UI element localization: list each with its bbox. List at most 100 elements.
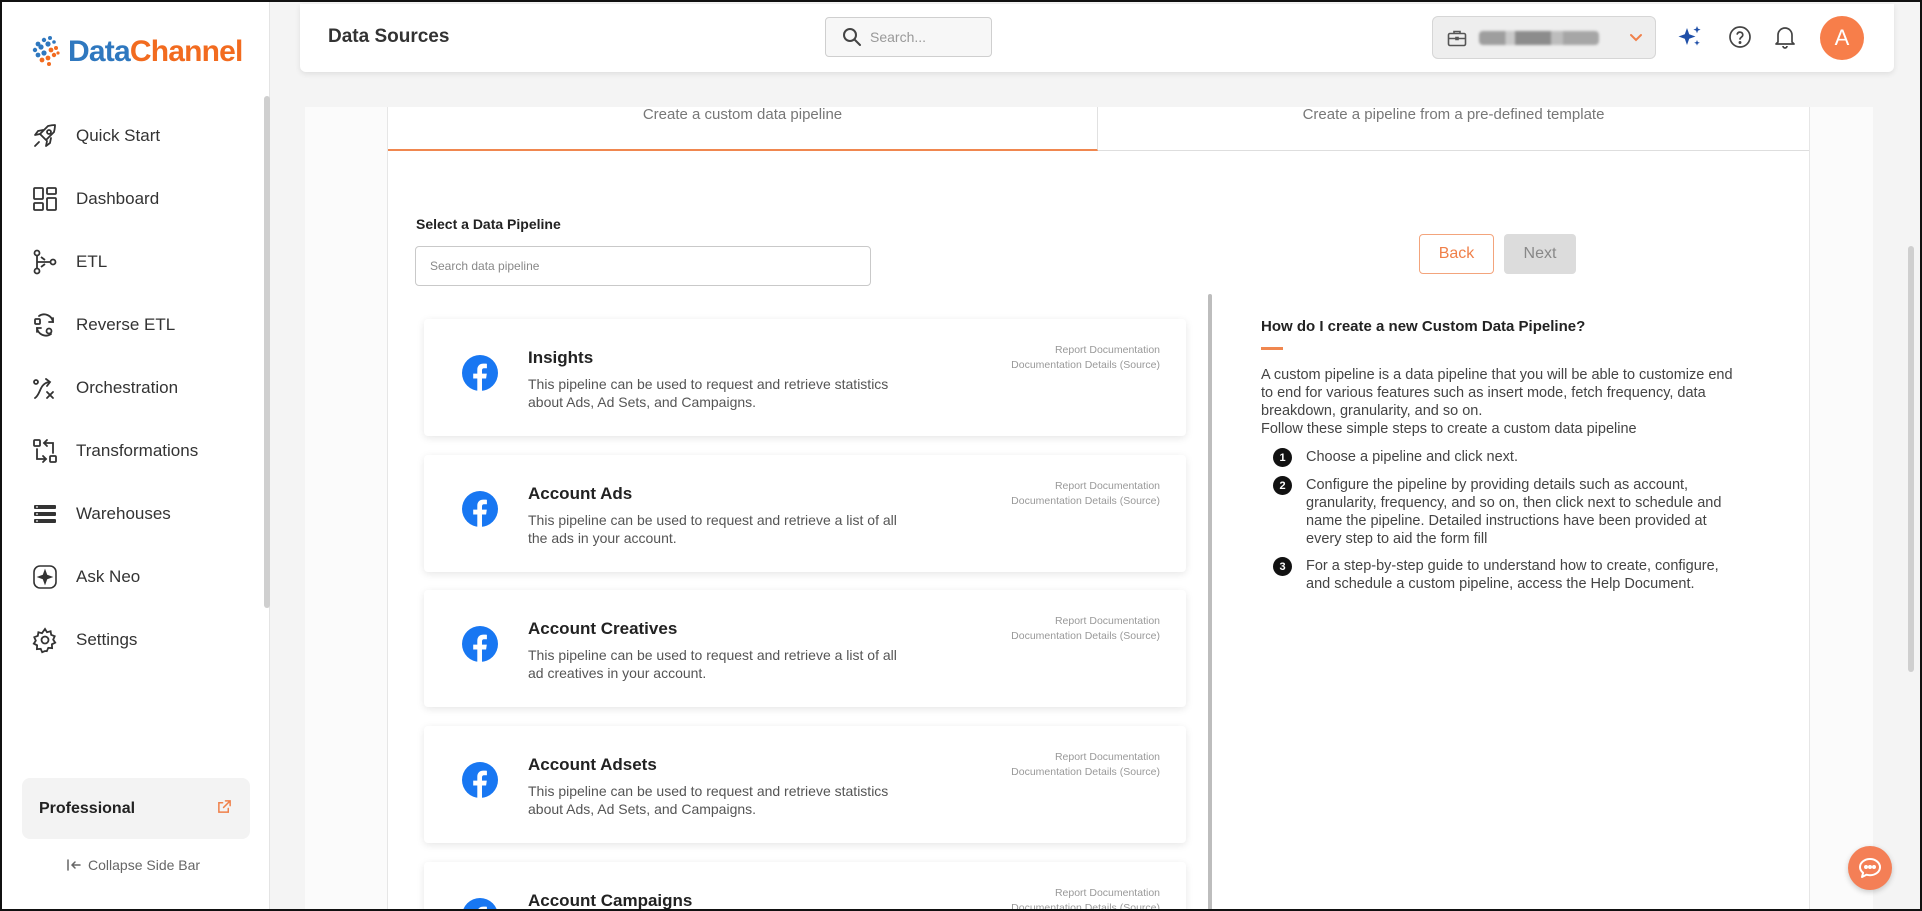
reverse-etl-icon [30, 310, 60, 340]
pipeline-description: This pipeline can be used to request and… [528, 783, 889, 817]
help-steps: 1 Choose a pipeline and click next. 2 Co… [1273, 448, 1741, 593]
page-title: Data Sources [328, 26, 450, 47]
avatar[interactable]: A [1820, 16, 1864, 60]
gear-icon [30, 625, 60, 655]
pipeline-card-insights[interactable]: Insights This pipeline can be used to re… [424, 319, 1186, 436]
main-scrollbar[interactable] [1908, 246, 1914, 672]
report-documentation-link[interactable]: Report Documentation [1011, 343, 1160, 358]
help-icon [1729, 26, 1751, 48]
report-documentation-link[interactable]: Report Documentation [1011, 614, 1160, 629]
collapse-sidebar-button[interactable]: Collapse Side Bar [66, 857, 200, 873]
sidebar-item-label: Settings [76, 629, 138, 649]
sidebar-item-etl[interactable]: ETL [0, 230, 262, 293]
pipeline-doc-links: Report Documentation Documentation Detai… [1011, 886, 1160, 911]
help-step: 3 For a step-by-step guide to understand… [1273, 557, 1741, 593]
documentation-details-link[interactable]: Documentation Details (Source) [1011, 494, 1160, 509]
pipeline-card-account-creatives[interactable]: Account Creatives This pipeline can be u… [424, 590, 1186, 707]
workspace-selector[interactable] [1432, 16, 1656, 59]
brand-name-channel: Channel [129, 35, 244, 68]
help-step: 2 Configure the pipeline by providing de… [1273, 476, 1741, 548]
help-intro-text: A custom pipeline is a data pipeline tha… [1261, 367, 1733, 419]
documentation-details-link[interactable]: Documentation Details (Source) [1011, 629, 1160, 644]
facebook-icon [462, 355, 498, 391]
chat-support-button[interactable] [1848, 846, 1892, 890]
sidebar-scrollbar[interactable] [264, 96, 270, 608]
collapse-arrow-icon [67, 859, 81, 871]
ai-sparkle-button[interactable] [1675, 22, 1705, 52]
global-search[interactable] [825, 17, 992, 57]
etl-icon [30, 247, 60, 277]
help-accent-bar [1261, 347, 1283, 350]
collapse-sidebar-label: Collapse Side Bar [88, 857, 201, 873]
sidebar-item-dashboard[interactable]: Dashboard [0, 167, 262, 230]
warehouses-icon [30, 499, 60, 529]
dashboard-icon [30, 184, 60, 214]
documentation-details-link[interactable]: Documentation Details (Source) [1011, 901, 1160, 911]
logo-icon [32, 36, 60, 66]
pipeline-tabs: Create a custom data pipeline Create a p… [388, 107, 1809, 151]
help-step: 1 Choose a pipeline and click next. [1273, 448, 1741, 467]
pipeline-doc-links: Report Documentation Documentation Detai… [1011, 343, 1160, 373]
sidebar-item-quick-start[interactable]: Quick Start [0, 104, 262, 167]
tab-template-pipeline[interactable]: Create a pipeline from a pre-defined tem… [1098, 107, 1809, 151]
external-link-icon[interactable] [217, 799, 232, 819]
step-number-badge: 3 [1273, 557, 1292, 576]
brand-name-data: Data [68, 35, 131, 68]
pipeline-card-account-campaigns[interactable]: Account Campaigns Report Documentation D… [424, 862, 1186, 911]
help-intro: A custom pipeline is a data pipeline tha… [1261, 366, 1741, 438]
notifications-button[interactable] [1770, 22, 1800, 52]
sidebar-item-label: Quick Start [76, 125, 161, 145]
rocket-icon [30, 121, 60, 151]
transformations-icon [30, 436, 60, 466]
create-pipeline-panel: Create a custom data pipeline Create a p… [387, 107, 1810, 911]
pipeline-description: This pipeline can be used to request and… [528, 512, 897, 546]
documentation-details-link[interactable]: Documentation Details (Source) [1011, 358, 1160, 373]
step-number-badge: 2 [1273, 476, 1292, 495]
global-search-input[interactable] [870, 29, 980, 45]
top-header: Data Sources A [300, 4, 1894, 72]
pipeline-card-account-adsets[interactable]: Account Adsets This pipeline can be used… [424, 726, 1186, 843]
plan-card[interactable]: Professional [22, 778, 250, 839]
help-question: How do I create a new Custom Data Pipeli… [1261, 318, 1586, 335]
back-button[interactable]: Back [1419, 234, 1494, 274]
sidebar: DataChannel Quick Start Dashboard ETL Re… [0, 0, 270, 911]
chat-icon [1859, 858, 1881, 878]
facebook-icon [462, 762, 498, 798]
report-documentation-link[interactable]: Report Documentation [1011, 750, 1160, 765]
sidebar-item-label: Ask Neo [76, 566, 141, 586]
sidebar-item-warehouses[interactable]: Warehouses [0, 482, 262, 545]
sidebar-item-label: ETL [76, 251, 108, 271]
report-documentation-link[interactable]: Report Documentation [1011, 479, 1160, 494]
sparkle-icon [30, 562, 60, 592]
pipeline-card-account-ads[interactable]: Account Ads This pipeline can be used to… [424, 455, 1186, 572]
step-text: Choose a pipeline and click next. [1306, 449, 1518, 465]
pipeline-title: Account Ads [528, 484, 633, 503]
step-number-badge: 1 [1273, 448, 1292, 467]
help-follow-text: Follow these simple steps to create a cu… [1261, 421, 1637, 437]
sidebar-item-reverse-etl[interactable]: Reverse ETL [0, 293, 262, 356]
report-documentation-link[interactable]: Report Documentation [1011, 886, 1160, 901]
sidebar-item-transformations[interactable]: Transformations [0, 419, 262, 482]
sidebar-item-ask-neo[interactable]: Ask Neo [0, 545, 262, 608]
brand-name: DataChannel [68, 35, 243, 69]
step-text: For a step-by-step guide to understand h… [1306, 558, 1719, 592]
pipeline-list-scrollbar[interactable] [1208, 294, 1212, 911]
brand-logo[interactable]: DataChannel [30, 34, 243, 70]
pipeline-title: Account Adsets [528, 755, 657, 774]
pipeline-description: This pipeline can be used to request and… [528, 376, 889, 410]
pipeline-search-input[interactable] [415, 246, 871, 286]
sidebar-item-settings[interactable]: Settings [0, 608, 262, 671]
step-text: Configure the pipeline by providing deta… [1306, 477, 1722, 547]
sidebar-item-label: Reverse ETL [76, 314, 176, 334]
search-icon [843, 28, 861, 46]
sidebar-item-orchestration[interactable]: Orchestration [0, 356, 262, 419]
sparkle-icon [1678, 26, 1701, 46]
tab-custom-pipeline[interactable]: Create a custom data pipeline [388, 107, 1098, 151]
documentation-details-link[interactable]: Documentation Details (Source) [1011, 765, 1160, 780]
next-button[interactable]: Next [1504, 234, 1576, 274]
sidebar-item-label: Orchestration [76, 377, 179, 397]
sidebar-item-label: Transformations [76, 440, 199, 460]
help-button[interactable] [1725, 22, 1755, 52]
orchestration-icon [30, 373, 60, 403]
sidebar-item-label: Dashboard [76, 188, 160, 208]
